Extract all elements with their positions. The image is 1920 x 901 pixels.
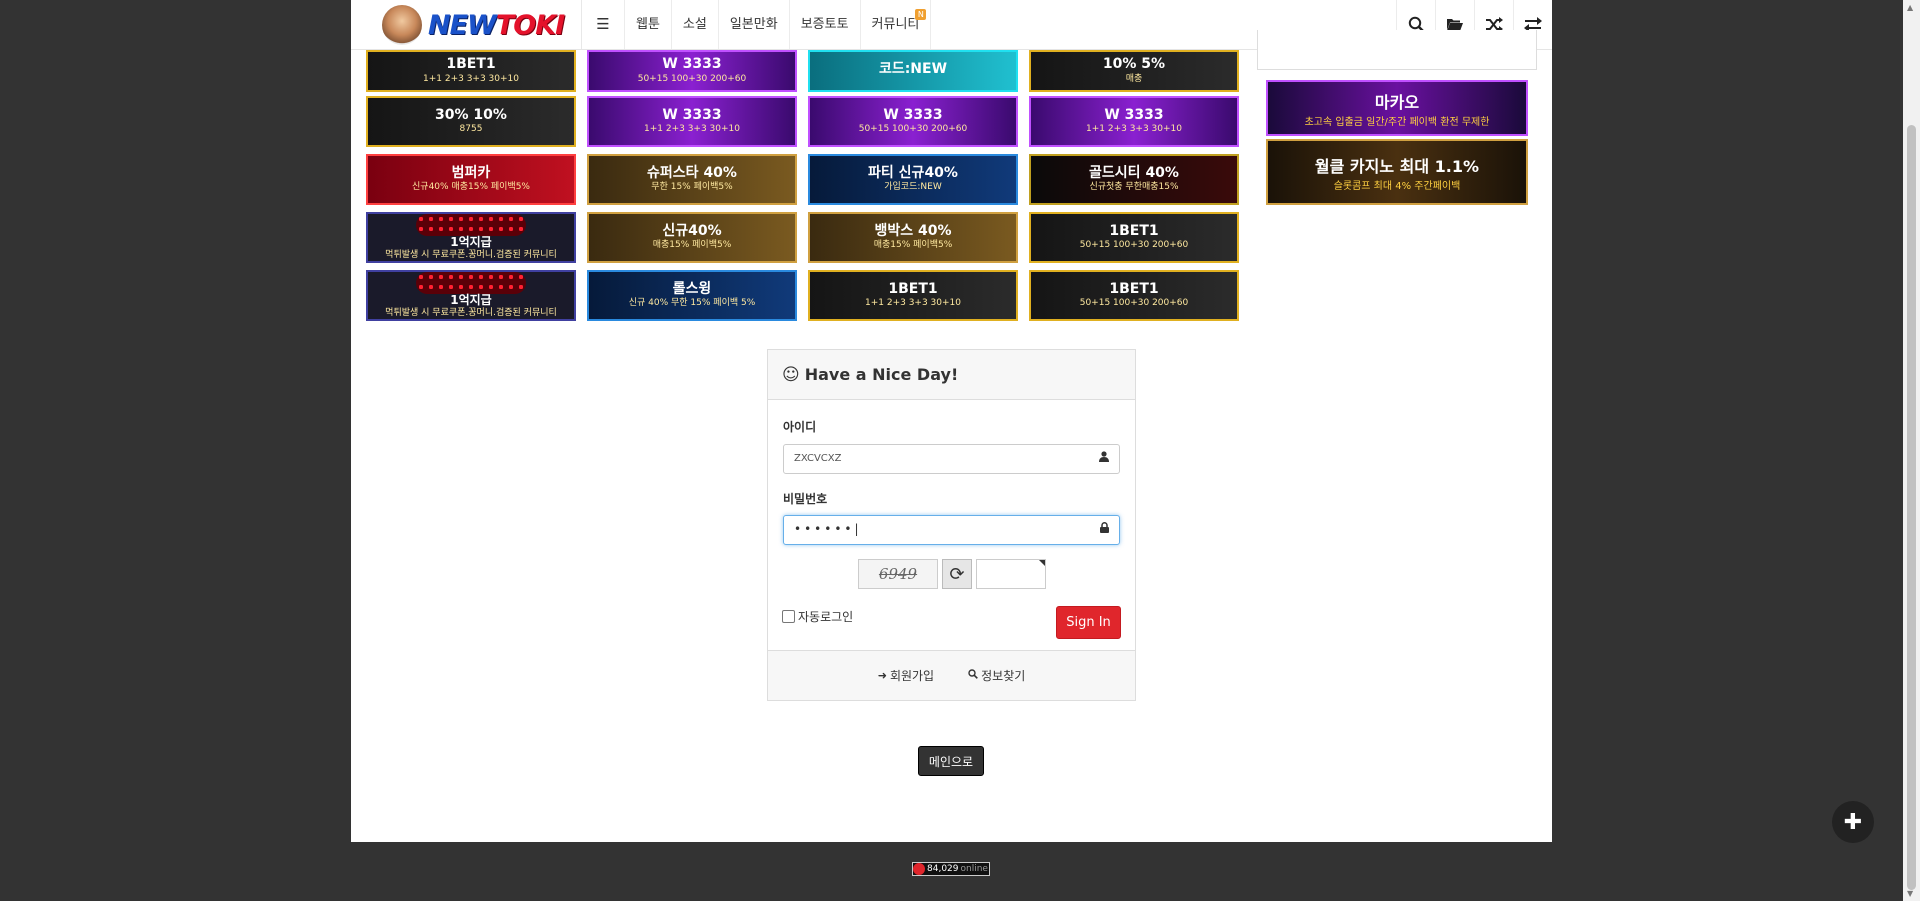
counter-logo-icon xyxy=(913,863,925,875)
ad-banner[interactable]: 1BET1 1+1 2+3 3+3 30+10 xyxy=(808,270,1018,321)
id-label: 아이디 xyxy=(783,420,817,434)
ad-banner[interactable]: 골드시티 40% 신규첫충 무한매충15% xyxy=(1029,154,1239,205)
auto-login-checkbox[interactable] xyxy=(782,610,795,623)
auto-login-label: 자동로그인 xyxy=(798,610,854,624)
scroll-up-icon[interactable]: ▲ xyxy=(1907,3,1913,12)
led-lights-icon xyxy=(416,214,526,236)
user-icon xyxy=(1099,451,1109,465)
refresh-icon[interactable]: ⟳ xyxy=(942,559,972,589)
login-header: ☺ Have a Nice Day! xyxy=(768,350,1135,400)
nav-community[interactable]: 커뮤니티 N xyxy=(861,0,932,49)
ad-banner[interactable]: 파티 신규40% 가입코드:NEW xyxy=(808,154,1018,205)
online-count: 84,029 xyxy=(927,864,959,874)
hamburger-menu-icon[interactable]: ☰ xyxy=(582,0,625,49)
password-label: 비밀번호 xyxy=(783,492,828,506)
ad-banner[interactable]: 1BET1 1+1 2+3 3+3 30+10 xyxy=(366,50,576,92)
captcha-image: 6949 xyxy=(858,559,938,589)
sign-in-arrow-icon: ➜ xyxy=(877,669,887,682)
page-container: NEWTOKI ☰ 웹툰 소설 일본만화 보증토토 커뮤니티 N 1BET1 1… xyxy=(351,0,1552,842)
nav-novel[interactable]: 소설 xyxy=(672,0,719,49)
ad-banner[interactable]: 범퍼카 신규40% 매충15% 페이백5% xyxy=(366,154,576,205)
site-logo[interactable]: NEWTOKI xyxy=(382,5,565,45)
online-label: online xyxy=(960,864,988,874)
sign-in-button[interactable]: Sign In xyxy=(1056,606,1121,639)
id-input[interactable]: ZXCVCXZ xyxy=(783,444,1120,474)
nav-guaranteed-toto[interactable]: 보증토토 xyxy=(790,0,861,49)
logo-text: NEWTOKI xyxy=(428,9,565,41)
auto-login[interactable]: 자동로그인 xyxy=(782,608,853,625)
ad-banner[interactable]: 코드:NEW xyxy=(808,50,1018,92)
lock-icon xyxy=(1100,522,1109,536)
ad-banner[interactable]: 10% 5% 매충 xyxy=(1029,50,1239,92)
side-ad-banner[interactable]: 마카오 초고속 입출금 일간/주간 페이백 환전 무제한 xyxy=(1266,80,1528,136)
logo-mascot-icon xyxy=(382,5,422,45)
ad-banner[interactable]: 1억지급 먹튀발생 시 무료쿠폰.꽁머니.검증된 커뮤니티 xyxy=(366,212,576,263)
nav-japanese-manga[interactable]: 일본만화 xyxy=(719,0,790,49)
ad-banner[interactable]: 롤스윙 신규 40% 무한 15% 페이백 5% xyxy=(587,270,797,321)
ad-banner[interactable]: 1BET1 50+15 100+30 200+60 xyxy=(1029,270,1239,321)
id-value: ZXCVCXZ xyxy=(794,453,842,464)
scroll-thumb[interactable] xyxy=(1907,125,1916,890)
login-title: Have a Nice Day! xyxy=(804,365,959,384)
ad-banner[interactable]: W 3333 50+15 100+30 200+60 xyxy=(808,96,1018,147)
plus-icon[interactable]: ✚ xyxy=(1832,801,1874,843)
password-input[interactable]: ••••••| xyxy=(783,515,1120,545)
main-nav: ☰ 웹툰 소설 일본만화 보증토토 커뮤니티 N xyxy=(581,0,932,49)
new-badge: N xyxy=(915,9,927,20)
ad-banner[interactable]: W 3333 1+1 2+3 3+3 30+10 xyxy=(1029,96,1239,147)
ad-banner[interactable]: W 3333 50+15 100+30 200+60 xyxy=(587,50,797,92)
login-footer: ➜ 회원가입 정보찾기 xyxy=(768,650,1135,700)
ad-banner[interactable]: 1BET1 50+15 100+30 200+60 xyxy=(1029,212,1239,263)
captcha-input[interactable] xyxy=(976,559,1046,589)
find-info-link[interactable]: 정보찾기 xyxy=(968,667,1025,684)
password-value: ••••••| xyxy=(794,522,862,536)
smile-icon: ☺ xyxy=(782,364,800,385)
ad-banner[interactable]: 슈퍼스타 40% 무한 15% 페이백5% xyxy=(587,154,797,205)
side-ad-banner[interactable]: 월클 카지노 최대 1.1% 슬롯콤프 최대 4% 주간페이백 xyxy=(1266,139,1528,205)
login-panel: ☺ Have a Nice Day! 아이디 ZXCVCXZ 비밀번호 ••••… xyxy=(767,349,1136,701)
ad-banner[interactable]: 뱅박스 40% 매충15% 페이백5% xyxy=(808,212,1018,263)
ad-banner[interactable]: W 3333 1+1 2+3 3+3 30+10 xyxy=(587,96,797,147)
scroll-down-icon[interactable]: ▼ xyxy=(1907,889,1913,898)
nav-webtoon[interactable]: 웹툰 xyxy=(625,0,672,49)
ad-banner[interactable]: 신규40% 매충15% 페이백5% xyxy=(587,212,797,263)
ad-banner[interactable]: 30% 10% 8755 xyxy=(366,96,576,147)
go-main-button[interactable]: 메인으로 xyxy=(918,746,984,776)
sidebar-widget xyxy=(1257,30,1537,70)
register-link[interactable]: ➜ 회원가입 xyxy=(878,667,934,684)
led-lights-icon xyxy=(416,272,526,294)
search-icon xyxy=(968,669,978,682)
ad-banner[interactable]: 1억지급 먹튀발생 시 무료쿠폰.꽁머니.검증된 커뮤니티 xyxy=(366,270,576,321)
scrollbar[interactable]: ▲ ▼ xyxy=(1903,0,1920,901)
online-counter: 84,029 online xyxy=(912,862,990,876)
